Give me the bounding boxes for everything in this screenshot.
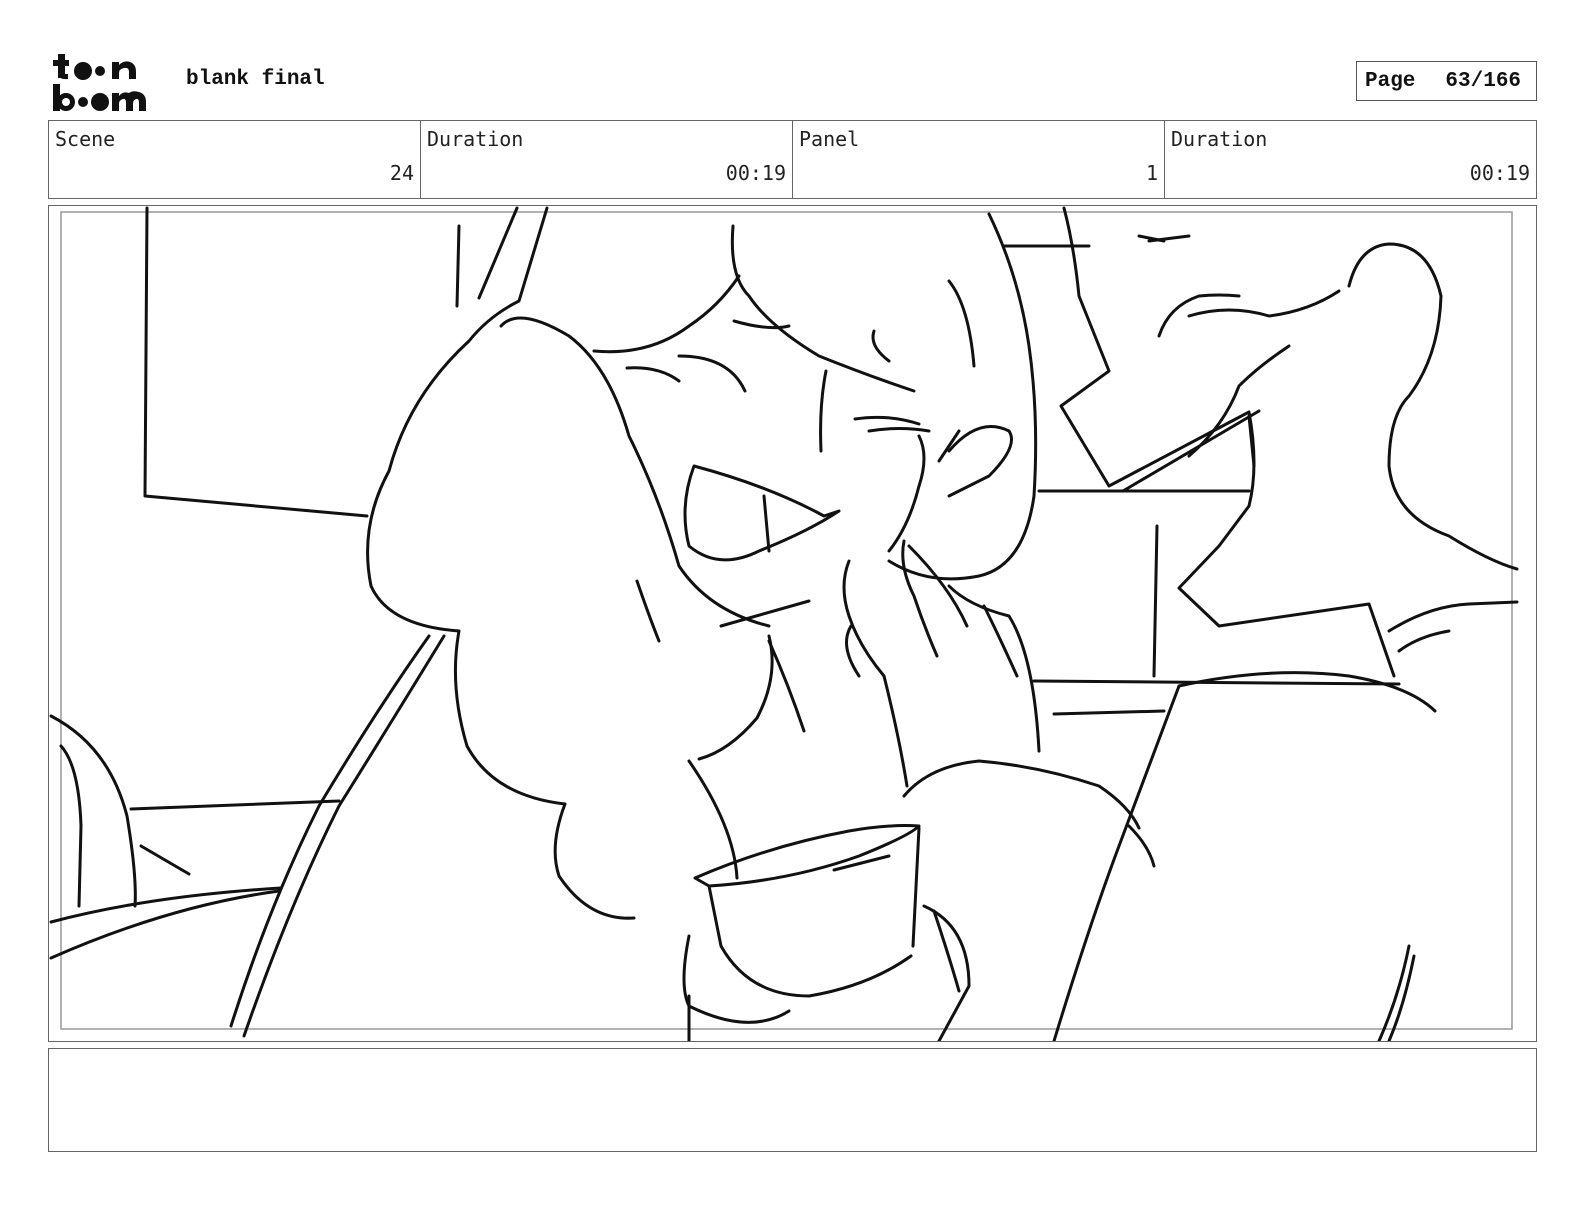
- panel-info-strip: Scene 24 Duration 00:19 Panel 1 Duration…: [48, 120, 1537, 199]
- panel-sketch: [49, 206, 1519, 1041]
- panel-duration-label: Duration: [1171, 127, 1268, 151]
- panel-cell: Panel 1: [793, 121, 1165, 198]
- toon-boom-logo: [52, 52, 164, 112]
- page-number: 63/166: [1445, 69, 1522, 93]
- storyboard-panel: [48, 205, 1537, 1042]
- panel-value: 1: [1145, 161, 1158, 185]
- scene-duration-value: 00:19: [725, 161, 786, 185]
- scene-duration-label: Duration: [427, 127, 524, 151]
- panel-duration-cell: Duration 00:19: [1165, 121, 1536, 198]
- project-title: blank final: [186, 68, 325, 91]
- panel-notes-box[interactable]: [48, 1048, 1537, 1152]
- scene-duration-cell: Duration 00:19: [421, 121, 793, 198]
- scene-cell: Scene 24: [49, 121, 421, 198]
- scene-label: Scene: [55, 127, 116, 151]
- panel-label: Panel: [799, 127, 860, 151]
- page-indicator: Page 63/166: [1356, 61, 1537, 101]
- scene-value: 24: [389, 161, 414, 185]
- page-label: Page: [1365, 69, 1416, 93]
- panel-duration-value: 00:19: [1469, 161, 1530, 185]
